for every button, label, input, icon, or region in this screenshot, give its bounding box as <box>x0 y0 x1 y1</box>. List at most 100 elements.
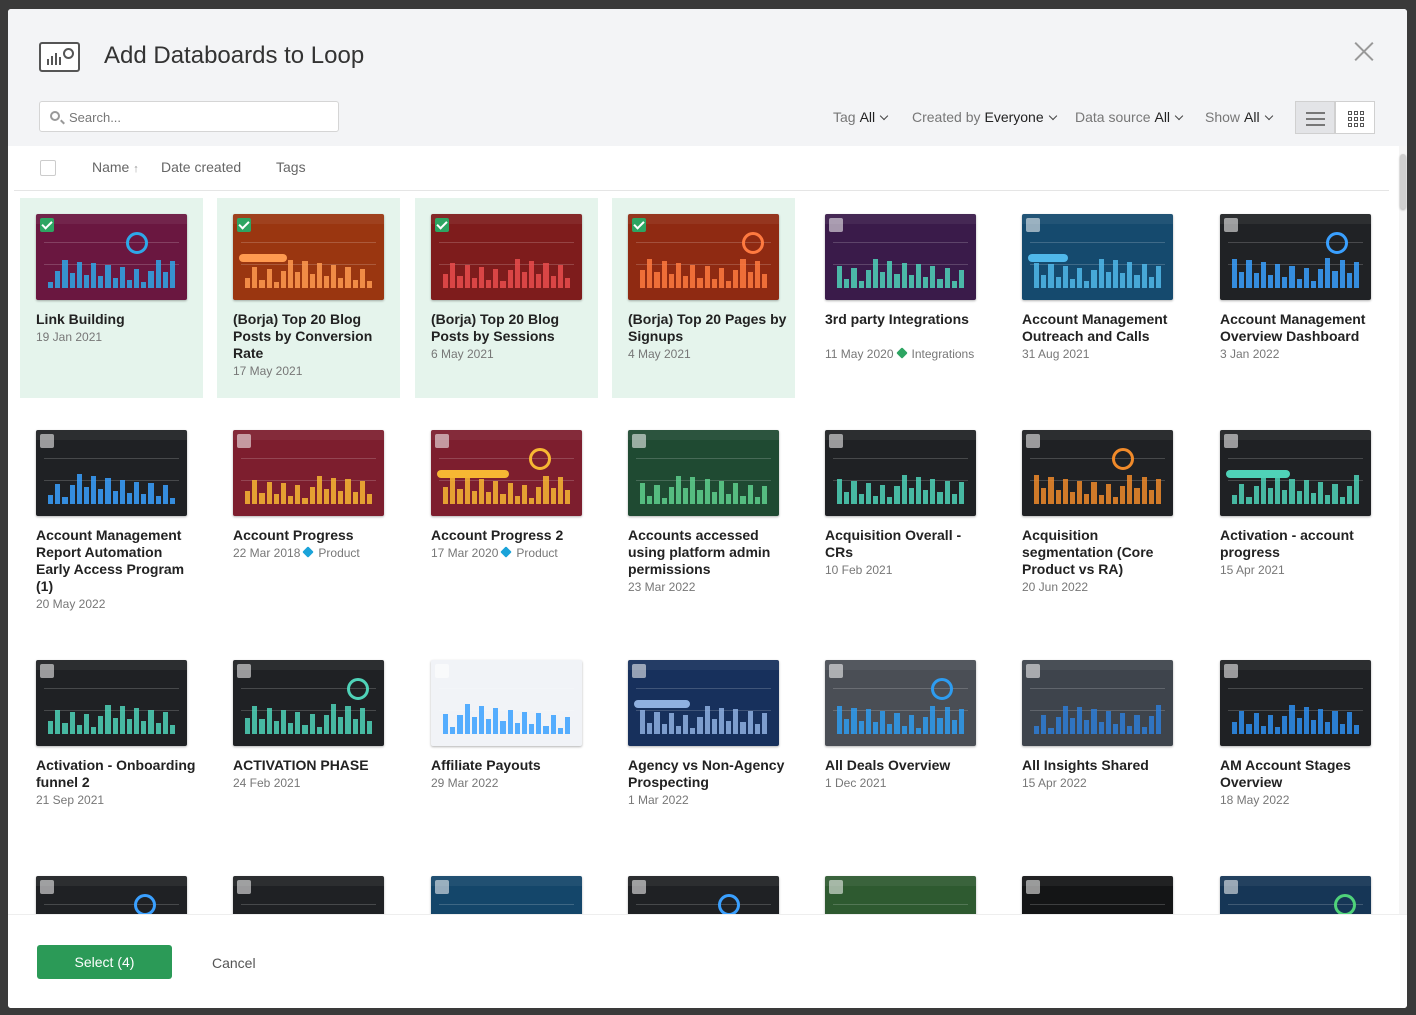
databoard-date: 17 May 2021 <box>233 364 303 378</box>
data-source-filter[interactable]: Data source All <box>1075 109 1184 125</box>
card-checkbox[interactable] <box>40 218 54 232</box>
search-icon <box>50 111 60 121</box>
card-checkbox[interactable] <box>829 434 843 448</box>
databoard-date: 24 Feb 2021 <box>233 776 301 790</box>
databoard-date: 21 Sep 2021 <box>36 793 105 807</box>
databoard-thumbnail <box>628 660 779 746</box>
chevron-down-icon <box>1048 111 1057 121</box>
card-checkbox[interactable] <box>40 880 54 894</box>
card-checkbox[interactable] <box>435 664 449 678</box>
card-checkbox[interactable] <box>632 664 646 678</box>
search-input[interactable] <box>69 107 329 127</box>
card-checkbox[interactable] <box>1026 880 1040 894</box>
tag-filter[interactable]: Tag All <box>833 109 889 125</box>
databoard-card[interactable]: (Borja) Top 20 Blog Posts by Conversion … <box>217 198 400 398</box>
databoard-name: (Borja) Top 20 Pages by Signups <box>628 311 787 344</box>
card-checkbox[interactable] <box>237 664 251 678</box>
databoard-thumbnail <box>431 660 582 746</box>
card-checkbox[interactable] <box>237 880 251 894</box>
card-checkbox[interactable] <box>829 218 843 232</box>
chevron-down-icon <box>1174 111 1184 121</box>
databoard-name: Affiliate Payouts <box>431 757 541 773</box>
databoard-date: 6 May 2021 <box>431 347 494 361</box>
modal-title: Add Databoards to Loop <box>104 42 365 69</box>
sort-by-date-created[interactable]: Date created <box>161 159 241 175</box>
select-all-checkbox[interactable] <box>40 160 56 176</box>
tag-icon <box>302 546 315 558</box>
cancel-button[interactable]: Cancel <box>212 955 256 971</box>
databoard-name: (Borja) Top 20 Blog Posts by Sessions <box>431 311 560 344</box>
databoard-thumbnail <box>1022 214 1173 300</box>
card-checkbox[interactable] <box>632 434 646 448</box>
card-checkbox[interactable] <box>40 434 54 448</box>
filter-value: All <box>1154 109 1171 125</box>
select-button[interactable]: Select (4) <box>37 945 172 979</box>
databoard-date: 19 Jan 2021 <box>36 330 103 344</box>
card-checkbox[interactable] <box>1026 664 1040 678</box>
close-icon[interactable] <box>1353 41 1375 63</box>
card-checkbox[interactable] <box>435 434 449 448</box>
databoard-name: Acquisition Overall - CRs <box>825 527 962 560</box>
databoard-tag: Product <box>500 546 558 560</box>
filter-value: Everyone <box>984 109 1044 125</box>
card-checkbox[interactable] <box>237 218 251 232</box>
databoard-thumbnail <box>431 430 582 516</box>
databoard-thumbnail <box>36 430 187 516</box>
card-checkbox[interactable] <box>1026 218 1040 232</box>
card-checkbox[interactable] <box>632 218 646 232</box>
databoard-name: Activation - Onboarding funnel 2 <box>36 757 196 790</box>
grid-view-button[interactable] <box>1335 101 1375 134</box>
card-checkbox[interactable] <box>1224 880 1238 894</box>
filter-label: Tag <box>833 109 856 125</box>
databoard-name: Account Management Report Automation Ear… <box>36 527 185 594</box>
databoard-card[interactable]: Link Building 19 Jan 2021 <box>20 198 203 398</box>
databoard-date: 1 Mar 2022 <box>628 793 689 807</box>
card-checkbox[interactable] <box>1026 434 1040 448</box>
sort-by-tags[interactable]: Tags <box>276 159 306 175</box>
databoard-name: Account Progress <box>233 527 354 543</box>
card-checkbox[interactable] <box>40 664 54 678</box>
search-box[interactable] <box>39 101 339 132</box>
show-filter[interactable]: Show All <box>1205 109 1273 125</box>
scrollbar-thumb[interactable] <box>1400 154 1406 209</box>
databoard-thumbnail <box>1022 430 1173 516</box>
databoard-date: 3 Jan 2022 <box>1220 347 1280 361</box>
databoard-thumbnail <box>825 430 976 516</box>
add-databoards-modal: Add Databoards to Loop TagAll Created by… <box>8 9 1407 1008</box>
databoard-thumbnail <box>233 214 384 300</box>
databoard-thumbnail <box>233 660 384 746</box>
card-checkbox[interactable] <box>1224 218 1238 232</box>
databoard-name: Account Progress 2 <box>431 527 564 543</box>
databoard-date: 29 Mar 2022 <box>431 776 499 790</box>
card-checkbox[interactable] <box>237 434 251 448</box>
card-checkbox[interactable] <box>435 880 449 894</box>
card-checkbox[interactable] <box>632 880 646 894</box>
card-checkbox[interactable] <box>1224 434 1238 448</box>
databoard-date: 18 May 2022 <box>1220 793 1290 807</box>
databoard-thumbnail <box>36 660 187 746</box>
databoard-card[interactable]: (Borja) Top 20 Pages by Signups 4 May 202… <box>612 198 795 398</box>
databoard-thumbnail <box>628 430 779 516</box>
card-checkbox[interactable] <box>829 880 843 894</box>
databoard-thumbnail <box>1022 660 1173 746</box>
filter-label: Created by <box>912 109 981 125</box>
card-checkbox[interactable] <box>829 664 843 678</box>
databoard-date: 15 Apr 2021 <box>1220 563 1285 577</box>
scrollbar[interactable] <box>1399 146 1407 922</box>
databoard-date: 31 Aug 2021 <box>1022 347 1090 361</box>
databoard-date: 20 May 2022 <box>36 597 106 611</box>
databoard-name: AM Account Stages Overview <box>1220 757 1351 790</box>
filter-value: All <box>1244 109 1260 125</box>
tag-icon <box>500 546 513 558</box>
list-view-button[interactable] <box>1295 101 1335 134</box>
databoard-name: All Insights Shared <box>1022 757 1149 773</box>
sort-ascending-icon: ↑ <box>133 163 139 175</box>
sort-by-name[interactable]: Name ↑ <box>92 159 139 175</box>
databoard-card[interactable]: (Borja) Top 20 Blog Posts by Sessions 6 M… <box>415 198 598 398</box>
card-checkbox[interactable] <box>435 218 449 232</box>
databoard-name: Account Management Overview Dashboard <box>1220 311 1366 344</box>
created-by-filter[interactable]: Created by Everyone <box>912 109 1057 125</box>
databoard-date: 22 Mar 2018 Product <box>233 546 360 560</box>
card-checkbox[interactable] <box>1224 664 1238 678</box>
databoard-tag: Product <box>302 546 360 560</box>
